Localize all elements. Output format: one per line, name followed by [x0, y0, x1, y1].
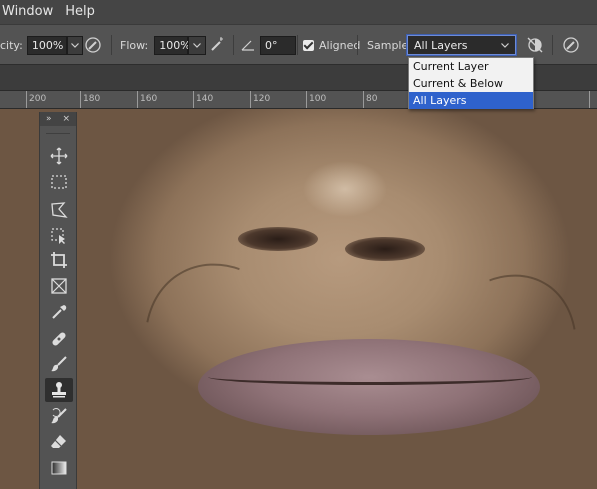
flow-input[interactable]: 100%	[154, 35, 191, 55]
opacity-label: city:	[0, 38, 23, 52]
eraser-icon	[51, 435, 66, 448]
ruler-label: 120	[253, 94, 271, 104]
pressure-opacity-button[interactable]	[84, 25, 102, 65]
separator	[297, 35, 298, 55]
object-selection-icon	[51, 228, 65, 244]
move-tool[interactable]	[45, 144, 73, 168]
sample-select[interactable]: All Layers	[407, 35, 516, 55]
tools-panel: » ×	[39, 112, 77, 489]
opacity-dropdown-button[interactable]	[66, 35, 83, 55]
opacity-group: city: 100%	[0, 25, 83, 65]
angle-group: 0°	[241, 25, 296, 65]
pressure-size-icon	[563, 37, 579, 53]
photo-detail	[238, 227, 318, 251]
aligned-label: Aligned	[319, 38, 361, 52]
object-selection-tool[interactable]	[45, 224, 73, 248]
ruler-label: 160	[140, 94, 158, 104]
angle-input[interactable]: 0°	[260, 35, 296, 55]
chevron-down-icon	[70, 42, 79, 48]
sample-option-current-and-below[interactable]: Current & Below	[409, 75, 533, 92]
ruler-tick	[306, 91, 307, 108]
ruler-label: 180	[83, 94, 101, 104]
menu-window[interactable]: Window	[0, 0, 59, 24]
panel-grip[interactable]	[46, 126, 70, 134]
lasso-tool[interactable]	[45, 198, 73, 222]
ruler-label: 200	[29, 94, 47, 104]
sample-group: Sample:	[367, 25, 412, 65]
clone-stamp-tool[interactable]	[45, 378, 73, 402]
gradient-tool[interactable]	[45, 456, 73, 480]
ruler-label: 100	[309, 94, 327, 104]
sample-option-current-layer[interactable]: Current Layer	[409, 58, 533, 75]
flow-label: Flow:	[120, 38, 149, 52]
flow-group: Flow: 100%	[120, 25, 207, 65]
eraser-tool[interactable]	[45, 430, 73, 454]
sample-option-all-layers[interactable]: All Layers	[409, 92, 533, 109]
history-brush-tool[interactable]	[45, 404, 73, 428]
sample-select-value: All Layers	[414, 38, 468, 52]
separator	[357, 35, 358, 55]
opacity-input[interactable]: 100%	[26, 35, 67, 55]
sample-label: Sample:	[367, 38, 412, 52]
pressure-opacity-icon	[85, 37, 101, 53]
ruler-label: 80	[366, 94, 378, 104]
airbrush-icon	[211, 37, 223, 51]
ruler-tick	[250, 91, 251, 108]
spot-healing-icon	[52, 332, 66, 346]
ruler-tick	[80, 91, 81, 108]
ruler-tick	[137, 91, 138, 108]
chevron-down-icon	[193, 42, 202, 48]
crop-tool[interactable]	[45, 248, 73, 272]
rectangular-marquee-icon	[51, 175, 67, 189]
ruler-label: 140	[196, 94, 214, 104]
brush-icon	[51, 356, 67, 372]
crop-icon	[51, 252, 67, 268]
tools-panel-header: » ×	[40, 112, 76, 126]
aligned-group[interactable]: Aligned	[303, 25, 360, 65]
airbrush-button[interactable]	[208, 25, 226, 65]
frame-icon	[51, 278, 67, 294]
angle-icon	[241, 40, 254, 51]
clone-stamp-icon	[52, 382, 66, 398]
flow-dropdown-button[interactable]	[188, 35, 207, 55]
close-panel-button[interactable]: ×	[62, 114, 70, 124]
photo-lips	[198, 339, 540, 435]
history-brush-icon	[51, 408, 67, 424]
sample-dropdown-list: Current Layer Current & Below All Layers	[408, 57, 534, 109]
lasso-icon	[51, 202, 68, 218]
frame-tool[interactable]	[45, 274, 73, 298]
ruler-tick	[193, 91, 194, 108]
eyedropper-icon	[52, 305, 67, 319]
menu-bar: Window Help	[0, 0, 597, 24]
separator	[552, 35, 553, 55]
pressure-size-button[interactable]	[562, 25, 580, 65]
spot-healing-tool[interactable]	[45, 327, 73, 351]
gradient-icon	[51, 461, 67, 475]
document-canvas[interactable]	[0, 109, 597, 489]
ruler-tick	[589, 91, 590, 108]
collapse-panel-button[interactable]: »	[46, 114, 52, 124]
brush-tool[interactable]	[45, 352, 73, 376]
separator	[111, 35, 112, 55]
photo-detail	[208, 369, 532, 385]
menu-help[interactable]: Help	[59, 0, 101, 24]
photo-detail	[345, 237, 425, 261]
move-icon	[50, 147, 68, 165]
separator	[233, 35, 234, 55]
eyedropper-tool[interactable]	[45, 300, 73, 324]
ignore-adjustment-layers-icon	[527, 37, 543, 53]
aligned-checkbox[interactable]	[303, 39, 314, 51]
ruler-tick	[363, 91, 364, 108]
chevron-down-icon	[501, 42, 509, 48]
ruler-tick	[26, 91, 27, 108]
marquee-tool[interactable]	[45, 170, 73, 194]
